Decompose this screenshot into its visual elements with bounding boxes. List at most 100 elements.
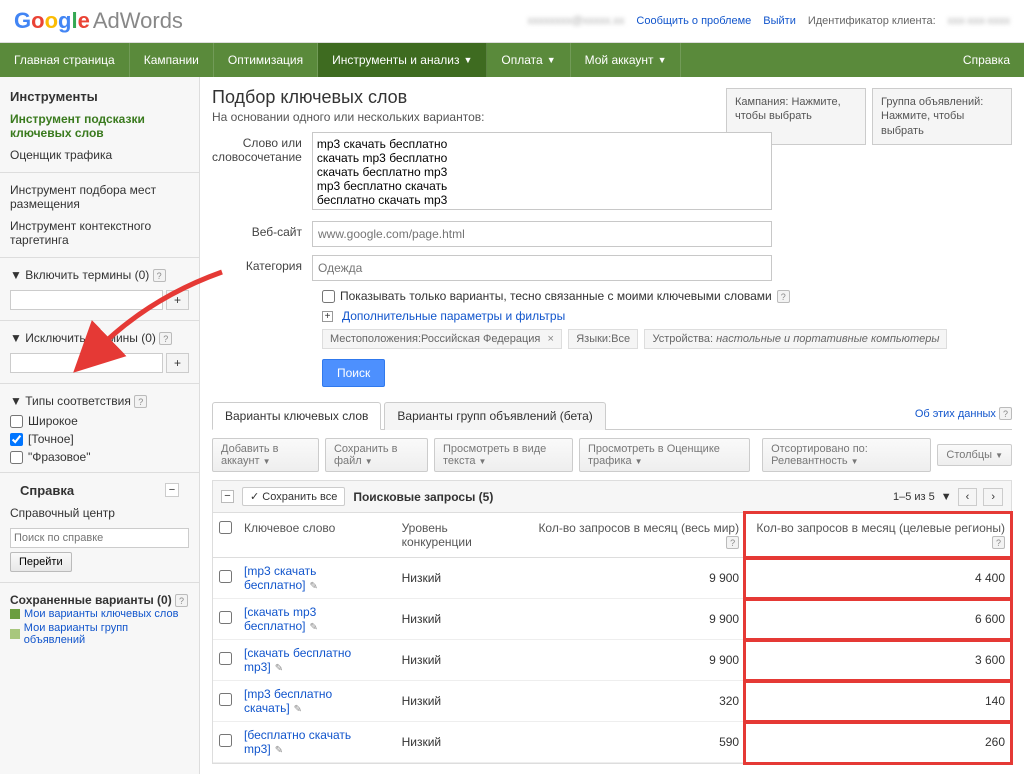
category-label: Категория	[212, 255, 312, 281]
nav-tools[interactable]: Инструменты и анализ▼	[318, 43, 487, 77]
sidebar-traffic-estimator[interactable]: Оценщик трафика	[0, 144, 199, 166]
pager-prev[interactable]: ‹	[958, 488, 978, 506]
pager-next[interactable]: ›	[983, 488, 1003, 506]
show-related-checkbox[interactable]	[322, 290, 335, 303]
global-searches-cell: 9 900	[525, 599, 745, 640]
collapse-queries[interactable]: −	[221, 490, 234, 503]
view-as-text-button[interactable]: Просмотреть в виде текста▼	[434, 438, 573, 472]
sidebar-placement-tool[interactable]: Инструмент подбора мест размещения	[0, 179, 199, 215]
report-problem-link[interactable]: Сообщить о проблеме	[636, 15, 751, 27]
columns-button[interactable]: Столбцы▼	[937, 444, 1012, 466]
save-all-button[interactable]: ✓ Сохранить все	[242, 487, 345, 506]
save-to-file-button[interactable]: Сохранить в файл▼	[325, 438, 428, 472]
nav-optimization[interactable]: Оптимизация	[214, 43, 318, 77]
edit-icon[interactable]: ✎	[275, 663, 283, 674]
keyword-link[interactable]: [скачать бесплатно mp3]	[244, 646, 351, 674]
sidebar-contextual-tool[interactable]: Инструмент контекстного таргетинга	[0, 215, 199, 251]
row-checkbox[interactable]	[219, 570, 232, 583]
add-to-account-button[interactable]: Добавить в аккаунт▼	[212, 438, 319, 472]
global-searches-cell: 9 900	[525, 640, 745, 681]
help-search-go[interactable]: Перейти	[10, 552, 72, 572]
keyword-link[interactable]: [mp3 бесплатно скачать]	[244, 687, 332, 715]
website-input[interactable]	[312, 221, 772, 247]
nav-home[interactable]: Главная страница	[0, 43, 130, 77]
help-center-link[interactable]: Справочный центр	[0, 502, 199, 524]
expand-icon[interactable]: +	[322, 311, 333, 322]
local-searches-cell: 4 400	[745, 558, 1011, 599]
local-searches-cell: 3 600	[745, 640, 1011, 681]
col-global[interactable]: Кол-во запросов в месяц (весь мир) ?	[525, 513, 745, 558]
exclude-terms-toggle[interactable]: ▼ Исключить термины (0)	[10, 331, 156, 345]
sort-button[interactable]: Отсортировано по: Релевантность▼	[762, 438, 931, 472]
help-icon[interactable]: ?	[134, 395, 147, 408]
logout-link[interactable]: Выйти	[763, 15, 796, 27]
advanced-filters-link[interactable]: Дополнительные параметры и фильтры	[342, 309, 565, 323]
col-competition[interactable]: Уровень конкуренции	[396, 513, 525, 558]
queries-title: Поисковые запросы (5)	[353, 490, 493, 504]
help-icon[interactable]: ?	[999, 407, 1012, 420]
main-nav: Главная страница Кампании Оптимизация Ин…	[0, 43, 1024, 77]
nav-account[interactable]: Мой аккаунт▼	[571, 43, 682, 77]
keyword-link[interactable]: [скачать mp3 бесплатно]	[244, 605, 316, 633]
help-collapse[interactable]: −	[165, 483, 179, 497]
table-row: [mp3 бесплатно скачать]✎Низкий320140	[213, 681, 1011, 722]
device-chip[interactable]: Устройства: настольные и портативные ком…	[644, 329, 947, 349]
row-checkbox[interactable]	[219, 693, 232, 706]
local-searches-cell: 260	[745, 722, 1011, 763]
adgroup-selector[interactable]: Группа объявлений: Нажмите, чтобы выбрат…	[872, 88, 1012, 145]
edit-icon[interactable]: ✎	[309, 581, 317, 592]
select-all-checkbox[interactable]	[219, 521, 232, 534]
row-checkbox[interactable]	[219, 734, 232, 747]
tab-adgroup-ideas[interactable]: Варианты групп объявлений (бета)	[384, 402, 605, 430]
tab-keyword-ideas[interactable]: Варианты ключевых слов	[212, 402, 381, 430]
global-searches-cell: 9 900	[525, 558, 745, 599]
table-row: [скачать mp3 бесплатно]✎Низкий9 9006 600	[213, 599, 1011, 640]
help-icon[interactable]: ?	[153, 269, 166, 282]
keywords-textarea[interactable]: mp3 скачать бесплатно скачать mp3 беспла…	[312, 132, 772, 210]
competition-cell: Низкий	[396, 722, 525, 763]
nav-help[interactable]: Справка	[949, 43, 1024, 77]
local-searches-cell: 6 600	[745, 599, 1011, 640]
edit-icon[interactable]: ✎	[275, 745, 283, 756]
location-chip[interactable]: Местоположения:Российская Федерация ×	[322, 329, 562, 349]
match-exact-checkbox[interactable]	[10, 433, 23, 446]
match-phrase-checkbox[interactable]	[10, 451, 23, 464]
view-in-estimator-button[interactable]: Просмотреть в Оценщике трафика▼	[579, 438, 750, 472]
saved-variants-title[interactable]: Сохраненные варианты (0)	[10, 593, 172, 607]
exclude-terms-add[interactable]: +	[166, 353, 189, 373]
include-terms-add[interactable]: +	[166, 290, 189, 310]
include-terms-input[interactable]	[10, 290, 163, 310]
help-icon[interactable]: ?	[175, 594, 188, 607]
nav-billing[interactable]: Оплата▼	[487, 43, 570, 77]
edit-icon[interactable]: ✎	[309, 622, 317, 633]
help-icon[interactable]: ?	[159, 332, 172, 345]
search-button[interactable]: Поиск	[322, 359, 385, 387]
nav-campaigns[interactable]: Кампании	[130, 43, 214, 77]
pager-label: 1–5 из 5	[893, 491, 935, 503]
exclude-terms-input[interactable]	[10, 353, 163, 373]
website-label: Веб-сайт	[212, 221, 312, 247]
col-keyword[interactable]: Ключевое слово	[238, 513, 396, 558]
sidebar-keyword-tool[interactable]: Инструмент подсказки ключевых слов	[0, 108, 199, 144]
keyword-link[interactable]: [mp3 скачать бесплатно]	[244, 564, 316, 592]
close-icon[interactable]: ×	[547, 333, 553, 345]
category-input[interactable]	[312, 255, 772, 281]
language-chip[interactable]: Языки:Все	[568, 329, 638, 349]
keyword-link[interactable]: [бесплатно скачать mp3]	[244, 728, 351, 756]
col-local[interactable]: Кол-во запросов в месяц (целевые регионы…	[745, 513, 1011, 558]
row-checkbox[interactable]	[219, 652, 232, 665]
edit-icon[interactable]: ✎	[294, 704, 302, 715]
saved-adgroup-ideas[interactable]: Мои варианты групп объявлений	[24, 622, 189, 646]
match-broad-checkbox[interactable]	[10, 415, 23, 428]
saved-keyword-ideas[interactable]: Мои варианты ключевых слов	[24, 608, 178, 620]
match-types-toggle[interactable]: ▼ Типы соответствия	[10, 394, 131, 408]
word-label: Слово или словосочетание	[212, 132, 312, 213]
include-terms-toggle[interactable]: ▼ Включить термины (0)	[10, 268, 149, 282]
sidebar-tools-title: Инструменты	[0, 85, 199, 108]
local-searches-cell: 140	[745, 681, 1011, 722]
help-search-input[interactable]	[10, 528, 189, 548]
about-data-link[interactable]: Об этих данных	[915, 408, 996, 420]
global-searches-cell: 320	[525, 681, 745, 722]
match-broad-label: Широкое	[28, 414, 78, 428]
help-icon[interactable]: ?	[777, 290, 790, 303]
